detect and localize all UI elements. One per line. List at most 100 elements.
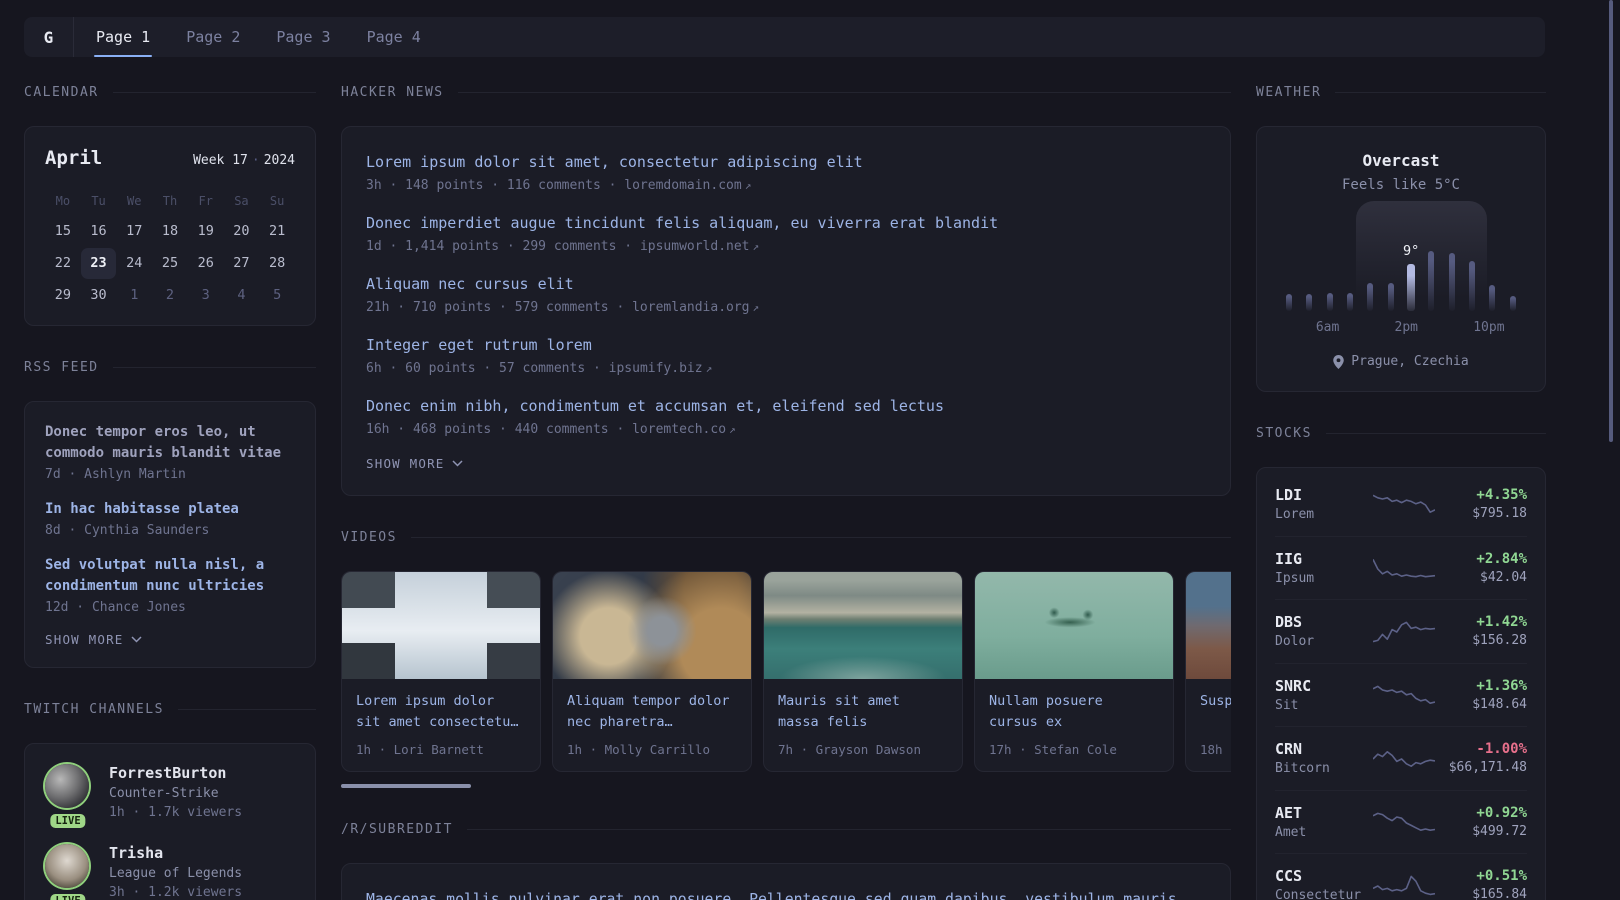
- weather-hour-slot: [1360, 207, 1380, 311]
- calendar-header: April Week 17 · 2024: [45, 147, 295, 169]
- tab-page-4[interactable]: Page 4: [367, 17, 421, 57]
- stock-change-percent: -1.00%: [1476, 741, 1527, 758]
- avatar[interactable]: [45, 844, 89, 888]
- twitch-game-title: Counter-Strike: [109, 786, 219, 801]
- hacker-news-title-link[interactable]: Aliquam nec cursus elit: [366, 273, 1206, 295]
- videos-carousel: Lorem ipsum dolor sit amet consectetu… 1h…: [341, 571, 1231, 772]
- video-title-link[interactable]: Lorem ipsum dolor sit amet consectetu…: [356, 691, 526, 733]
- hacker-news-card: Lorem ipsum dolor sit amet, consectetur …: [341, 126, 1231, 496]
- calendar-day: 1: [130, 287, 139, 303]
- video-title-link[interactable]: Mauris sit amet massa felis: [778, 691, 948, 733]
- stock-symbol-link[interactable]: CRN: [1275, 740, 1373, 758]
- tab-page-3[interactable]: Page 3: [276, 17, 330, 57]
- subreddit-post-item: Maecenas mollis pulvinar erat non posuer…: [366, 888, 1206, 900]
- rss-item-meta: 7d · Ashlyn Martin: [45, 467, 186, 482]
- stock-id-block: CRN Bitcorn: [1275, 740, 1373, 776]
- weather-hour-slot: [1482, 207, 1502, 311]
- hacker-news-meta: 3h · 148 points · 116 comments · loremdo…: [366, 178, 1206, 193]
- hacker-news-show-more-button[interactable]: SHOW MORE: [366, 456, 1206, 471]
- hacker-news-title-link[interactable]: Lorem ipsum dolor sit amet, consectetur …: [366, 151, 1206, 173]
- hacker-news-domain-link[interactable]: ipsumworld.net: [640, 239, 750, 254]
- video-title-link[interactable]: Suspendisse diam: [1200, 691, 1231, 733]
- stock-symbol-link[interactable]: DBS: [1275, 613, 1373, 631]
- middle-column: HACKER NEWS Lorem ipsum dolor sit amet, …: [341, 85, 1231, 900]
- weather-time-tick: [1297, 320, 1315, 335]
- tab-page-2[interactable]: Page 2: [186, 17, 240, 57]
- weather-time-tick: [1339, 320, 1357, 335]
- calendar-day: 26: [197, 255, 214, 271]
- video-thumbnail-canoe-fog[interactable]: [975, 572, 1173, 679]
- weather-bar: [1326, 293, 1333, 311]
- calendar-day: 22: [54, 255, 71, 271]
- calendar-day: 15: [54, 223, 71, 239]
- calendar-day-header: Su: [269, 194, 285, 208]
- hacker-news-title-link[interactable]: Donec imperdiet augue tincidunt felis al…: [366, 212, 1206, 234]
- location-pin-icon: [1333, 354, 1345, 369]
- hacker-news-domain-link[interactable]: loremtech.co: [632, 422, 726, 437]
- weather-time-tick: 6am: [1315, 320, 1340, 335]
- stocks-section-title: STOCKS: [1256, 426, 1546, 441]
- video-card-body: Nullam posuere cursus ex 17h · Stefan Col…: [975, 679, 1173, 771]
- video-card: Lorem ipsum dolor sit amet consectetu… 1h…: [341, 571, 541, 772]
- videos-scrollbar-track: [341, 784, 1231, 788]
- rss-item-title-link[interactable]: Sed volutpat nulla nisl, a condimentum n…: [45, 555, 295, 597]
- page-scrollbar-thumb[interactable]: [1609, 0, 1613, 442]
- hacker-news-meta-text: 3h · 148 points · 116 comments ·: [366, 178, 625, 193]
- stock-change-percent: +4.35%: [1476, 486, 1527, 503]
- stock-symbol-link[interactable]: SNRC: [1275, 677, 1373, 695]
- hacker-news-domain-link[interactable]: loremdomain.com: [624, 178, 741, 193]
- rss-show-more-button[interactable]: SHOW MORE: [45, 632, 295, 647]
- stock-value-block: +2.84% $42.04: [1435, 551, 1527, 585]
- hacker-news-domain-link[interactable]: ipsumify.biz: [609, 361, 703, 376]
- stocks-widget: STOCKS LDI Lorem +4.35% $795.18 IIG Ipsum +2.8…: [1256, 426, 1546, 900]
- calendar-day: 24: [126, 255, 143, 271]
- stock-symbol-link[interactable]: LDI: [1275, 486, 1373, 504]
- weather-time-tick: [1455, 320, 1473, 335]
- external-link-icon: ↗: [744, 179, 752, 192]
- calendar-day-selected: 23: [80, 248, 117, 279]
- stock-symbol-link[interactable]: IIG: [1275, 550, 1373, 568]
- weather-hour-slot: [1421, 207, 1441, 311]
- rss-feed-item: In hac habitasse platea 8d · Cynthia Saun…: [45, 499, 295, 538]
- rss-item-title-link[interactable]: Donec tempor eros leo, ut commodo mauris…: [45, 422, 295, 464]
- weather-bar: [1347, 293, 1354, 311]
- hacker-news-title-link[interactable]: Integer eget rutrum lorem: [366, 334, 1206, 356]
- video-title-link[interactable]: Nullam posuere cursus ex: [989, 691, 1159, 733]
- calendar-day: 30: [90, 287, 107, 303]
- calendar-year-label: 2024: [263, 153, 295, 168]
- video-card: Mauris sit amet massa felis 7h · Grayson …: [763, 571, 963, 772]
- weather-bar: [1489, 285, 1496, 311]
- hn-show-more-label: SHOW MORE: [366, 456, 445, 471]
- videos-scrollbar-thumb[interactable]: [341, 784, 471, 788]
- weather-time-tick: [1436, 320, 1454, 335]
- hacker-news-title-link[interactable]: Donec enim nibh, condimentum et accumsan…: [366, 395, 1206, 417]
- video-thumbnail-boat-wake-sea[interactable]: [764, 572, 962, 679]
- tab-page-1[interactable]: Page 1: [93, 17, 153, 57]
- weather-time-tick: [1418, 320, 1436, 335]
- stock-sparkline: [1373, 616, 1435, 646]
- weather-widget: WEATHER Overcast Feels like 5°C 9° 6am 2p…: [1256, 85, 1546, 392]
- video-thumbnail-vintage-camera-hands[interactable]: [553, 572, 751, 679]
- rss-item-title-link[interactable]: In hac habitasse platea: [45, 499, 295, 520]
- video-thumbnail-towers-sky-cross[interactable]: [342, 572, 540, 679]
- stock-name: Consectetur: [1275, 888, 1362, 900]
- hacker-news-meta-text: 16h · 468 points · 440 comments ·: [366, 422, 633, 437]
- calendar-widget: CALENDAR April Week 17 · 2024 Mo Tu We Th Fr Sa…: [24, 85, 316, 326]
- stock-sparkline: [1373, 489, 1435, 519]
- weather-bar: [1428, 251, 1435, 311]
- video-thumbnail-foggy-field[interactable]: [1186, 572, 1231, 679]
- hacker-news-domain-link[interactable]: loremlandia.org: [632, 300, 749, 315]
- stock-value-block: +0.92% $499.72: [1435, 805, 1527, 839]
- weather-bar: [1286, 294, 1293, 311]
- twitch-section-title: TWITCH CHANNELS: [24, 702, 316, 717]
- subreddit-post-title-link[interactable]: Maecenas mollis pulvinar erat non posuer…: [366, 888, 1206, 900]
- calendar-section-title: CALENDAR: [24, 85, 316, 100]
- avatar[interactable]: [45, 764, 89, 808]
- stock-symbol-link[interactable]: CCS: [1275, 867, 1373, 885]
- hacker-news-meta: 1d · 1,414 points · 299 comments · ipsum…: [366, 239, 1206, 254]
- video-title-link[interactable]: Aliquam tempor dolor nec pharetra…: [567, 691, 737, 733]
- twitch-channel-name-link[interactable]: ForrestBurton: [109, 764, 242, 782]
- rss-card: Donec tempor eros leo, ut commodo mauris…: [24, 401, 316, 668]
- stock-symbol-link[interactable]: AET: [1275, 804, 1373, 822]
- twitch-channel-name-link[interactable]: Trisha: [109, 844, 242, 862]
